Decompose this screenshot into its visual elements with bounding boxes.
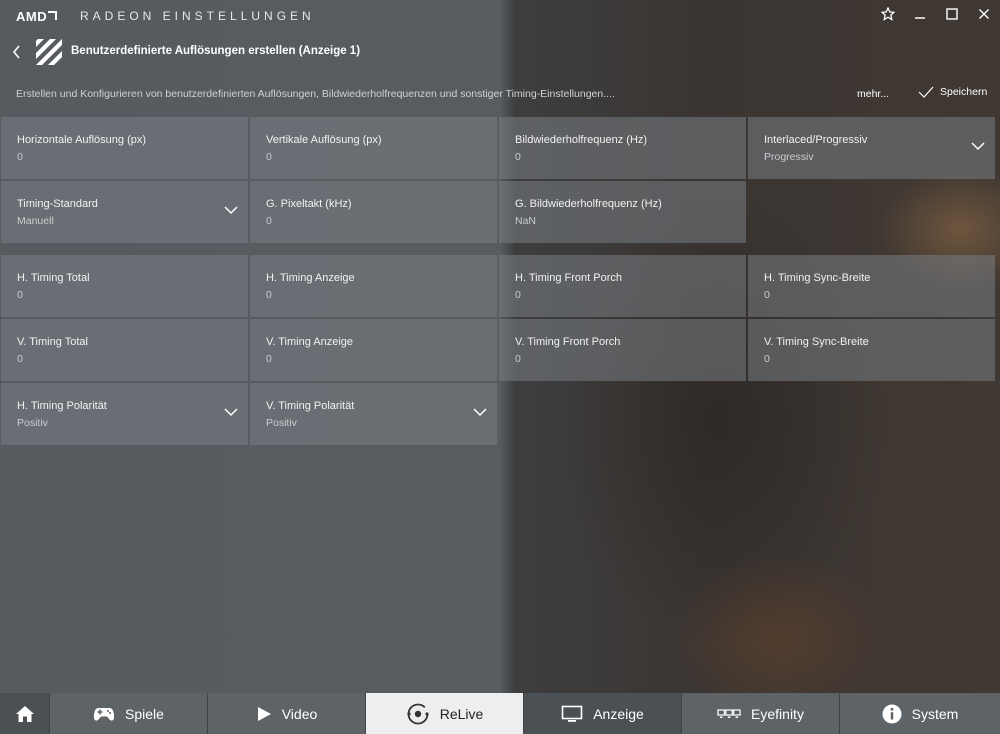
amd-arrow-mark — [48, 11, 58, 20]
custom-resolution-icon — [36, 39, 62, 65]
favorite-star-icon[interactable] — [878, 6, 898, 26]
field-label: Timing-Standard — [17, 198, 98, 210]
amd-logo-text: AMD — [16, 9, 48, 24]
field-value: Positiv — [266, 417, 297, 429]
chevron-down-icon — [473, 408, 487, 417]
field-label: H. Timing Anzeige — [266, 272, 355, 284]
amd-logo: AMD — [16, 9, 58, 24]
h-timing-display-field[interactable]: H. Timing Anzeige 0 — [250, 255, 497, 317]
field-value: 0 — [17, 353, 23, 365]
v-timing-display-field[interactable]: V. Timing Anzeige 0 — [250, 319, 497, 381]
nav-tab-eyefinity[interactable]: Eyefinity — [681, 693, 839, 734]
v-timing-front-porch-field[interactable]: V. Timing Front Porch 0 — [499, 319, 746, 381]
field-value: 0 — [764, 289, 770, 301]
timing-standard-dropdown[interactable]: Timing-Standard Manuell — [1, 181, 248, 243]
field-value: 0 — [266, 353, 272, 365]
nav-tab-relive[interactable]: ReLive — [365, 693, 523, 734]
nav-tab-video[interactable]: Video — [207, 693, 365, 734]
h-timing-front-porch-field[interactable]: H. Timing Front Porch 0 — [499, 255, 746, 317]
field-value: NaN — [515, 215, 537, 227]
close-icon[interactable] — [974, 6, 994, 26]
chevron-down-icon — [224, 206, 238, 215]
field-label: H. Timing Total — [17, 272, 90, 284]
h-timing-sync-width-field[interactable]: H. Timing Sync-Breite 0 — [748, 255, 995, 317]
field-value: 0 — [17, 289, 23, 301]
nav-tab-label: Video — [281, 705, 318, 722]
home-button[interactable] — [0, 693, 49, 734]
minimize-icon[interactable] — [910, 6, 930, 26]
field-label: H. Timing Sync-Breite — [764, 272, 871, 284]
bottom-navigation: Spiele Video ReLive Anzeige Eyefinity Sy… — [0, 693, 1000, 734]
nav-tab-label: Spiele — [125, 705, 164, 722]
nav-tab-anzeige[interactable]: Anzeige — [523, 693, 681, 734]
save-button[interactable]: Speichern — [918, 86, 987, 98]
chevron-down-icon — [224, 408, 238, 417]
field-value: 0 — [764, 353, 770, 365]
page-description: Erstellen und Konfigurieren von benutzer… — [16, 88, 615, 100]
checkmark-icon — [918, 86, 934, 98]
field-label: G. Bildwiederholfrequenz (Hz) — [515, 198, 662, 210]
v-timing-total-field[interactable]: V. Timing Total 0 — [1, 319, 248, 381]
pixel-clock-field[interactable]: G. Pixeltakt (kHz) 0 — [250, 181, 497, 243]
field-label: Interlaced/Progressiv — [764, 134, 868, 146]
more-link[interactable]: mehr... — [857, 88, 889, 100]
field-value: Progressiv — [764, 151, 814, 163]
v-timing-sync-width-field[interactable]: V. Timing Sync-Breite 0 — [748, 319, 995, 381]
field-value: 0 — [515, 289, 521, 301]
home-icon — [15, 705, 34, 722]
h-resolution-field[interactable]: Horizontale Auflösung (px) 0 — [1, 117, 248, 179]
app-title: RADEON EINSTELLUNGEN — [80, 9, 315, 23]
v-timing-polarity-dropdown[interactable]: V. Timing Polarität Positiv — [250, 383, 497, 445]
field-label: Vertikale Auflösung (px) — [266, 134, 382, 146]
nav-tab-label: System — [911, 705, 959, 722]
h-timing-total-field[interactable]: H. Timing Total 0 — [1, 255, 248, 317]
monitor-icon — [561, 705, 583, 722]
chevron-down-icon — [971, 142, 985, 151]
field-label: H. Timing Front Porch — [515, 272, 622, 284]
v-resolution-field[interactable]: Vertikale Auflösung (px) 0 — [250, 117, 497, 179]
field-value: 0 — [266, 151, 272, 163]
eyefinity-icon — [717, 708, 741, 718]
field-label: V. Timing Front Porch — [515, 336, 621, 348]
field-label: H. Timing Polarität — [17, 400, 107, 412]
gamepad-icon — [93, 707, 115, 721]
field-label: V. Timing Total — [17, 336, 88, 348]
title-bar: AMD RADEON EINSTELLUNGEN — [0, 0, 1000, 32]
field-value: 0 — [266, 215, 272, 227]
field-label: V. Timing Anzeige — [266, 336, 354, 348]
back-arrow-icon[interactable] — [10, 43, 24, 61]
refresh-rate-field[interactable]: Bildwiederholfrequenz (Hz) 0 — [499, 117, 746, 179]
field-label: V. Timing Sync-Breite — [764, 336, 869, 348]
field-value: 0 — [266, 289, 272, 301]
nav-tab-label: Eyefinity — [751, 705, 804, 722]
field-label: G. Pixeltakt (kHz) — [266, 198, 352, 210]
field-value: 0 — [17, 151, 23, 163]
page-title: Benutzerdefinierte Auflösungen erstellen… — [71, 45, 361, 57]
field-label: Horizontale Auflösung (px) — [17, 134, 147, 146]
interlaced-dropdown[interactable]: Interlaced/Progressiv Progressiv — [748, 117, 995, 179]
field-value: 0 — [515, 151, 521, 163]
maximize-icon[interactable] — [942, 6, 962, 26]
field-label: Bildwiederholfrequenz (Hz) — [515, 134, 648, 146]
nav-tab-label: Anzeige — [593, 705, 644, 722]
h-timing-polarity-dropdown[interactable]: H. Timing Polarität Positiv — [1, 383, 248, 445]
nav-tab-label: ReLive — [439, 705, 484, 722]
field-value: Positiv — [17, 417, 48, 429]
nav-tab-spiele[interactable]: Spiele — [49, 693, 207, 734]
play-icon — [257, 706, 271, 721]
g-refresh-rate-field[interactable]: G. Bildwiederholfrequenz (Hz) NaN — [499, 181, 746, 243]
field-value: 0 — [515, 353, 521, 365]
save-label: Speichern — [940, 86, 988, 98]
nav-tab-system[interactable]: System — [839, 693, 1000, 734]
info-icon — [882, 704, 902, 723]
relive-icon — [407, 703, 429, 724]
field-value: Manuell — [17, 215, 54, 227]
field-label: V. Timing Polarität — [266, 400, 355, 412]
